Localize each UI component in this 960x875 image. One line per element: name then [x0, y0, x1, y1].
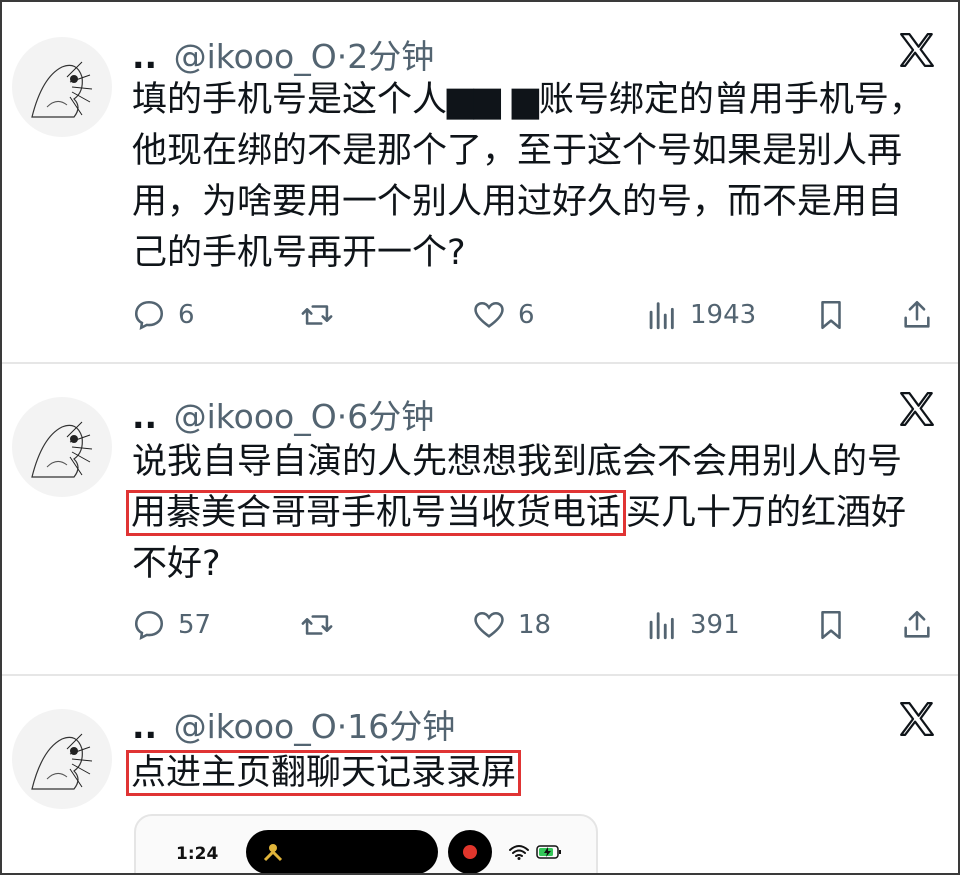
battery-charging-icon	[536, 845, 561, 859]
tweet-actions: 6 6 1943	[132, 295, 938, 335]
phone-status-time: 1:24	[176, 844, 219, 864]
tweet-text-line: 己的手机号再开一个?	[132, 233, 466, 273]
reply-count: 57	[178, 610, 212, 640]
tweet-text-line: 用，为啥要用一个别人用过好久的号，而不是用自	[132, 182, 903, 222]
tweet-text-line: 说我自导自演的人先想想我到底会不会用别人的号	[132, 442, 903, 482]
timestamp[interactable]: 6分钟	[347, 397, 434, 436]
separator-dot: ·	[336, 37, 348, 76]
share-button[interactable]	[900, 295, 946, 335]
retweet-icon	[301, 615, 333, 635]
share-button[interactable]	[900, 605, 946, 645]
tweet-text: 点进主页翻聊天记录录屏	[126, 748, 942, 799]
bookmark-button[interactable]	[814, 605, 860, 645]
heart-icon	[474, 301, 504, 328]
x-logo-icon[interactable]	[898, 31, 936, 69]
activity-icon	[263, 844, 283, 862]
username[interactable]: @ikooo_O	[174, 707, 337, 746]
bookmark-icon	[821, 610, 841, 640]
heart-icon	[474, 611, 504, 638]
x-logo-icon[interactable]	[898, 390, 936, 428]
tweet-1[interactable]: .. @ikooo_O·2分钟 填的手机号是这个人▆▆ ▆账号绑定的曾用手机号，…	[2, 2, 958, 362]
screenshot-frame: .. @ikooo_O·2分钟 填的手机号是这个人▆▆ ▆账号绑定的曾用手机号，…	[0, 0, 960, 875]
bookmark-button[interactable]	[814, 295, 860, 335]
tweet-header: .. @ikooo_O·16分钟	[132, 700, 455, 748]
tweet-header: .. @ikooo_O·2分钟	[132, 30, 434, 78]
separator-dot: ·	[336, 397, 348, 436]
avatar[interactable]	[12, 709, 112, 809]
view-count: 391	[690, 610, 740, 640]
tweet-text-line: 他现在绑的不是那个了，至于这个号如果是别人再	[132, 131, 903, 171]
timestamp[interactable]: 16分钟	[347, 707, 455, 746]
recording-indicator-icon	[448, 830, 492, 873]
tweet-text-line: 填的手机号是这个人▆▆ ▆账号绑定的曾用手机号，	[132, 80, 924, 120]
tweet-text-rest: 买几十万的红酒好	[626, 493, 907, 533]
view-count: 1943	[690, 300, 757, 330]
highlighted-phrase: 用綦美合哥哥手机号当收货电话	[126, 490, 627, 536]
retweet-icon	[301, 305, 333, 325]
views-button[interactable]: 391	[644, 605, 740, 645]
retweet-button[interactable]	[300, 605, 346, 645]
tweet-text-line: 点进主页翻聊天记录录屏	[126, 748, 942, 799]
share-icon	[904, 610, 930, 638]
username[interactable]: @ikooo_O	[174, 397, 337, 436]
tweet-text: 说我自导自演的人先想想我到底会不会用别人的号 用綦美合哥哥手机号当收货电话 买几十…	[126, 437, 942, 590]
reply-count: 6	[178, 300, 195, 330]
display-name[interactable]: ..	[132, 707, 157, 746]
reply-icon	[134, 610, 164, 640]
like-button[interactable]: 6	[472, 295, 535, 335]
tweet-text-line: 用綦美合哥哥手机号当收货电话 买几十万的红酒好	[126, 488, 942, 539]
phone-status-icons	[508, 844, 562, 860]
reply-icon	[134, 300, 164, 330]
dynamic-island	[246, 830, 438, 873]
highlighted-phrase: 点进主页翻聊天记录录屏	[126, 750, 522, 796]
reply-button[interactable]: 6	[132, 295, 195, 335]
embedded-screen-recording[interactable]: 1:24	[134, 814, 598, 873]
display-name[interactable]: ..	[132, 397, 157, 436]
reply-button[interactable]: 57	[132, 605, 211, 645]
avatar[interactable]	[12, 397, 112, 497]
wifi-icon	[509, 845, 529, 860]
x-logo-icon[interactable]	[898, 700, 936, 738]
tweet-2[interactable]: .. @ikooo_O·6分钟 说我自导自演的人先想想我到底会不会用别人的号 用…	[2, 364, 958, 674]
bar-chart-icon	[649, 612, 674, 640]
tweet-actions: 57 18 391	[132, 605, 938, 645]
display-name[interactable]: ..	[132, 37, 157, 76]
bookmark-icon	[821, 300, 841, 330]
tweet-header: .. @ikooo_O·6分钟	[132, 390, 434, 438]
username[interactable]: @ikooo_O	[174, 37, 337, 76]
retweet-button[interactable]	[300, 295, 346, 335]
avatar[interactable]	[12, 37, 112, 137]
separator-dot: ·	[336, 707, 348, 746]
share-icon	[904, 300, 930, 328]
like-button[interactable]: 18	[472, 605, 551, 645]
tweet-text: 填的手机号是这个人▆▆ ▆账号绑定的曾用手机号， 他现在绑的不是那个了，至于这个…	[132, 75, 942, 279]
tweet-text-line: 不好?	[132, 544, 221, 584]
views-button[interactable]: 1943	[644, 295, 756, 335]
bar-chart-icon	[649, 302, 674, 330]
timestamp[interactable]: 2分钟	[347, 37, 434, 76]
like-count: 18	[518, 610, 552, 640]
like-count: 6	[518, 300, 535, 330]
